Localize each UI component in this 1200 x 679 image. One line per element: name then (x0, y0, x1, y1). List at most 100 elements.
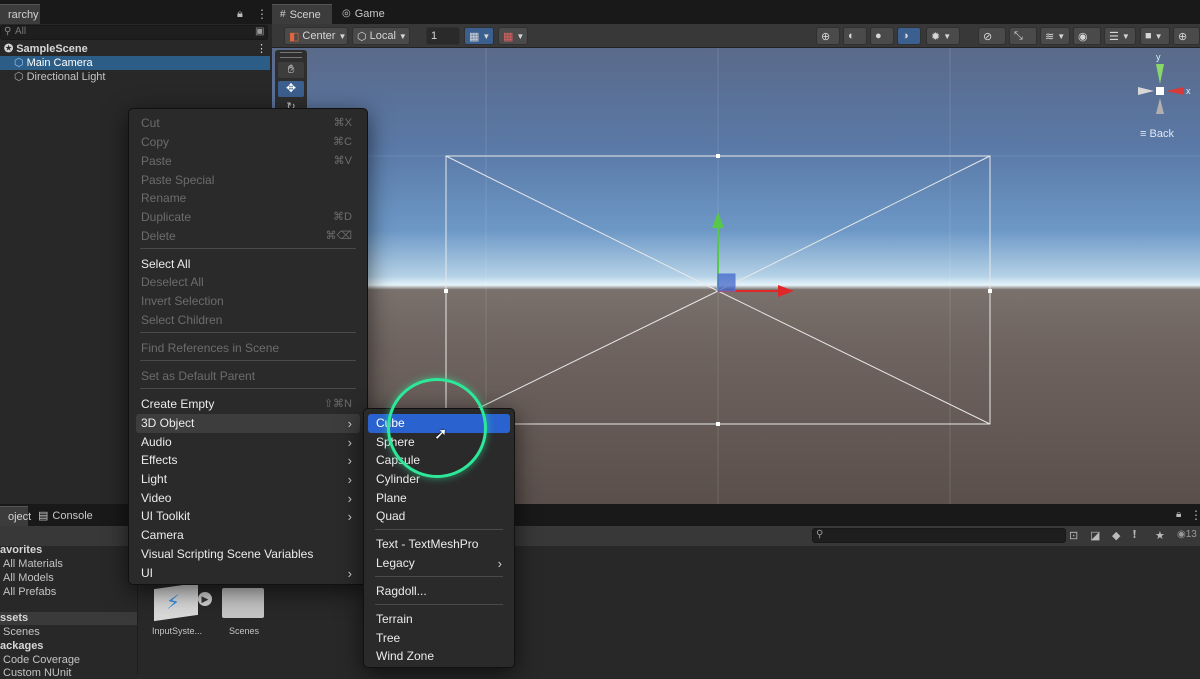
tab-scene[interactable]: # Scene (272, 4, 332, 24)
menu-label: Set as Default Parent (141, 369, 256, 383)
label-icon[interactable]: ◆ (1112, 529, 1120, 542)
package-item[interactable]: Custom NUnit (3, 667, 71, 679)
view-back-label[interactable]: ≡ Back (1140, 128, 1174, 140)
package-item[interactable]: Code Coverage (3, 654, 80, 666)
menu-item-effects[interactable]: Effects › (136, 451, 360, 470)
hierarchy-item-main-camera[interactable]: ⬡ Main Camera (0, 56, 270, 70)
menu-item-3d-object[interactable]: 3D Object › (136, 414, 360, 433)
menu-item-light[interactable]: Light › (136, 470, 360, 489)
favorites-header[interactable]: avorites (0, 544, 42, 556)
snap-value-input[interactable]: 1 (426, 27, 460, 45)
lighting-toggle[interactable]: ◑ (897, 27, 921, 45)
tab-hierarchy[interactable]: rarchy (0, 4, 40, 24)
menu-item-ui[interactable]: UI › (136, 564, 360, 583)
menu-item-duplicate[interactable]: Duplicate ⌘D (136, 208, 360, 227)
menu-item-find-references[interactable]: Find References in Scene (136, 339, 360, 358)
tab-game[interactable]: ◎ Game (334, 4, 393, 24)
effects-dropdown[interactable]: ✹ ▼ (926, 27, 960, 45)
drag-handle-icon[interactable] (280, 52, 302, 58)
submenu-item-ragdoll[interactable]: Ragdoll... (368, 582, 510, 601)
submenu-item-quad[interactable]: Quad (368, 507, 510, 526)
shaded-wire-toggle[interactable]: ◐ (843, 27, 867, 45)
menu-item-paste-special[interactable]: Paste Special (136, 171, 360, 190)
submenu-item-wind-zone[interactable]: Wind Zone (368, 647, 510, 666)
shortcut-label: ⌘V (333, 155, 352, 167)
tool-handles-toggle[interactable]: ⤡ (1009, 27, 1037, 45)
lock-icon[interactable]: 🔒︎ (237, 8, 243, 21)
menu-label: Camera (141, 528, 184, 542)
menu-item-visual-scripting[interactable]: Visual Scripting Scene Variables (136, 545, 360, 564)
increment-snap-button[interactable]: ▦ ▼ (498, 27, 528, 45)
more-menu-icon[interactable]: ⋮ (256, 7, 268, 21)
asset-tile-inputsystem[interactable]: ⚡︎ ▶ InputSyste... (152, 582, 212, 640)
tools-palette: ✋︎ ✥ ↻ (275, 50, 307, 110)
menu-item-paste[interactable]: Paste ⌘V (136, 152, 360, 171)
console-icon: ▤ (38, 510, 49, 522)
assets-header[interactable]: ssets (0, 612, 28, 624)
search-type-icon[interactable]: ⊡ (1069, 529, 1078, 542)
menu-item-camera[interactable]: Camera (136, 526, 360, 545)
bottom-more-icon[interactable]: ⋮ (1190, 508, 1200, 522)
search-icon: ⚲ (4, 26, 12, 37)
menu-item-delete[interactable]: Delete ⌘⌫ (136, 227, 360, 246)
grid-snap-button[interactable]: ▦ ▼ (464, 27, 494, 45)
hierarchy-search-input[interactable]: ⚲ All ▣ (0, 25, 268, 40)
draw-mode-dropdown[interactable]: ≋ ▼ (1040, 27, 1070, 45)
menu-label: Delete (141, 229, 176, 243)
hidden-count[interactable]: ◉13 (1177, 529, 1197, 540)
bottom-lock-icon[interactable]: 🔒︎ (1176, 509, 1181, 520)
camera-dropdown[interactable]: ■ ▼ (1140, 27, 1170, 45)
menu-item-invert-selection[interactable]: Invert Selection (136, 292, 360, 311)
scene-row[interactable]: ✪ SampleScene ⋮ (0, 42, 270, 56)
favorite-item[interactable]: All Prefabs (3, 586, 56, 598)
submenu-item-tree[interactable]: Tree (368, 629, 510, 648)
star-icon[interactable]: ★ (1155, 529, 1165, 542)
favorite-item[interactable]: All Models (3, 572, 54, 584)
menu-item-create-empty[interactable]: Create Empty ⇧⌘N (136, 395, 360, 414)
move-tool-icon[interactable]: ✥ (278, 81, 304, 97)
sphere-icon: ● (875, 30, 882, 42)
tab-console[interactable]: ▤ Console (30, 506, 101, 526)
layers-dropdown[interactable]: ☰ ▼ (1104, 27, 1136, 45)
menu-label: Duplicate (141, 210, 192, 224)
tab-project[interactable]: oject (0, 506, 31, 526)
menu-item-rename[interactable]: Rename (136, 189, 360, 208)
project-search-input[interactable]: ⚲ (812, 528, 1066, 543)
menu-item-ui-toolkit[interactable]: UI Toolkit › (136, 507, 360, 526)
wireframe-toggle[interactable]: ⊕ (816, 27, 840, 45)
menu-item-audio[interactable]: Audio › (136, 433, 360, 452)
asset-tile-scenes[interactable]: Scenes (222, 584, 272, 640)
hierarchy-item-directional-light[interactable]: ⬡ Directional Light (0, 70, 270, 84)
audio-toggle[interactable]: ⊘ (978, 27, 1006, 45)
orientation-gizmo[interactable] (1132, 58, 1192, 128)
filter-type-icon[interactable]: ◪ (1090, 529, 1100, 542)
hand-tool-icon[interactable]: ✋︎ (278, 62, 304, 78)
space-dropdown[interactable]: ⬡ Local ▼ (352, 27, 410, 45)
shaded-toggle[interactable]: ● (870, 27, 894, 45)
gizmos-dropdown[interactable]: ⊕ (1173, 27, 1200, 45)
visibility-toggle[interactable]: ◉ (1073, 27, 1101, 45)
menu-label: Video (141, 491, 172, 505)
menu-label: Plane (376, 491, 407, 505)
menu-item-cut[interactable]: Cut ⌘X (136, 114, 360, 133)
menu-item-select-all[interactable]: Select All (136, 255, 360, 274)
submenu-item-plane[interactable]: Plane (368, 489, 510, 508)
search-filter-icon[interactable]: ▣ (255, 26, 264, 37)
submenu-item-terrain[interactable]: Terrain (368, 610, 510, 629)
asset-folder-item[interactable]: Scenes (3, 626, 40, 638)
chevron-right-icon: › (497, 556, 502, 571)
favorite-item[interactable]: All Materials (3, 558, 63, 570)
packages-header[interactable]: ackages (0, 640, 43, 652)
menu-item-deselect-all[interactable]: Deselect All (136, 273, 360, 292)
shortcut-label: ⌘D (333, 211, 352, 223)
menu-item-select-children[interactable]: Select Children (136, 311, 360, 330)
menu-item-copy[interactable]: Copy ⌘C (136, 133, 360, 152)
scene-more-icon[interactable]: ⋮ (256, 42, 267, 56)
submenu-item-textmeshpro[interactable]: Text - TextMeshPro (368, 535, 510, 554)
menu-item-set-default-parent[interactable]: Set as Default Parent (136, 367, 360, 386)
submenu-item-legacy[interactable]: Legacy › (368, 554, 510, 573)
pivot-dropdown[interactable]: ◧ Center ▼ (284, 27, 348, 45)
warning-icon[interactable]: ❗︎ (1133, 529, 1136, 542)
menu-item-video[interactable]: Video › (136, 489, 360, 508)
play-icon[interactable]: ▶ (198, 592, 212, 606)
